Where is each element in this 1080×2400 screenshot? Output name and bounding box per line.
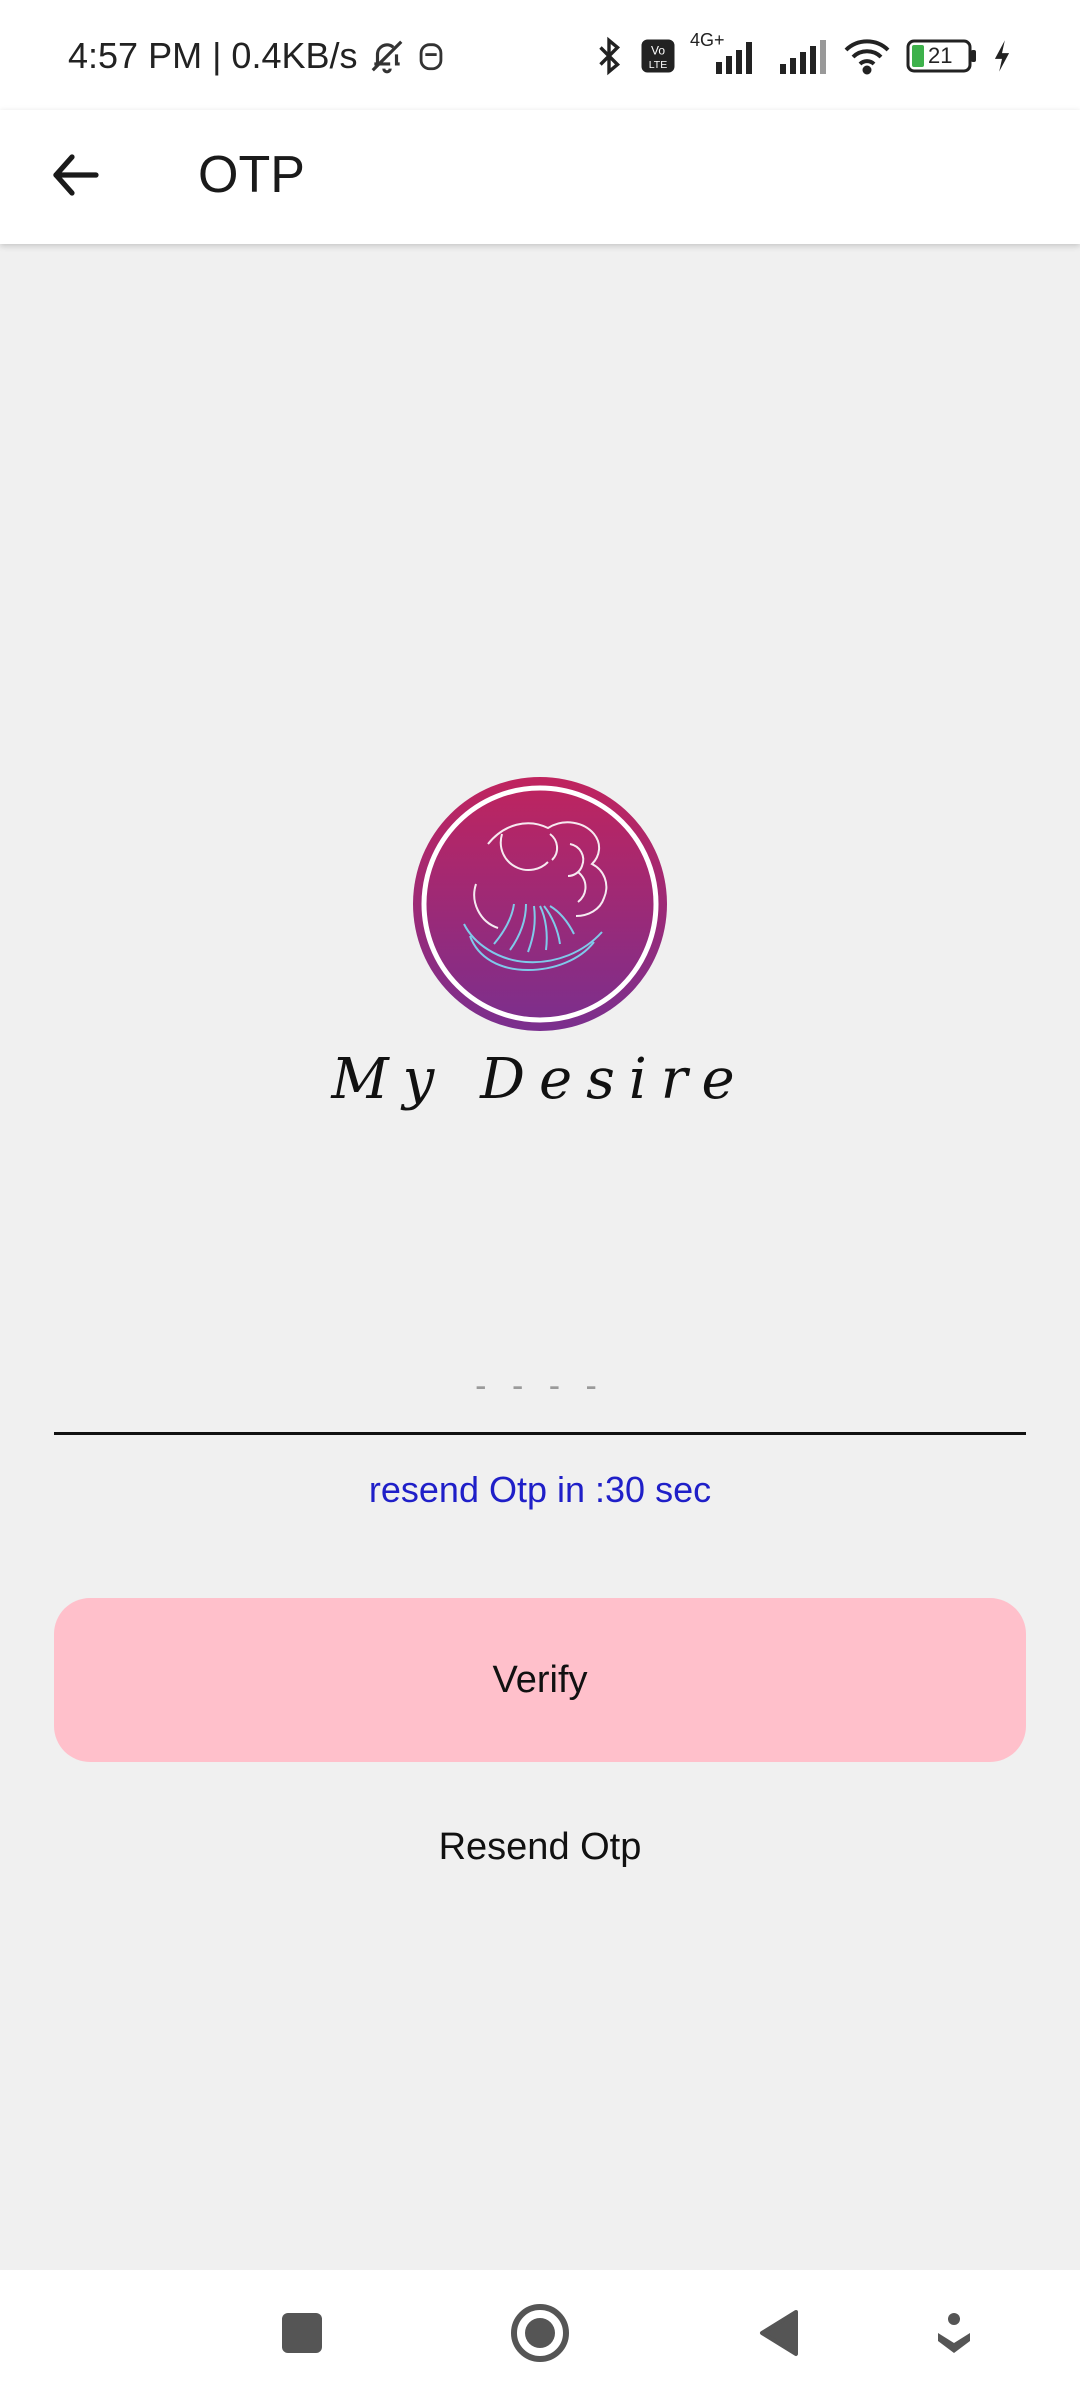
nav-accessibility-button[interactable] <box>894 2270 1014 2400</box>
svg-text:LTE: LTE <box>649 59 667 71</box>
brand-name: My Desire <box>331 1047 749 1112</box>
triangle-icon <box>756 2308 800 2363</box>
bluetooth-icon <box>592 36 626 76</box>
page-title: OTP <box>198 146 305 204</box>
nav-back-button[interactable] <box>718 2270 838 2400</box>
otp-input[interactable] <box>54 1340 1026 1435</box>
nav-home-button[interactable] <box>480 2270 600 2400</box>
verify-button[interactable]: Verify <box>54 1598 1026 1762</box>
square-icon <box>280 2311 324 2360</box>
status-bar: 4:57 PM | 0.4KB/s Vo LTE 4G+ 21 <box>0 0 1080 110</box>
status-left: 4:57 PM | 0.4KB/s <box>68 34 446 78</box>
status-right: Vo LTE 4G+ 21 <box>592 30 1012 76</box>
wifi-icon <box>842 36 892 76</box>
svg-text:Vo: Vo <box>651 44 665 58</box>
battery-icon: 21 <box>906 38 978 74</box>
notification-app-icon <box>416 39 446 73</box>
charging-icon <box>992 39 1012 73</box>
status-time-speed: 4:57 PM | 0.4KB/s <box>68 35 358 76</box>
system-nav-bar <box>0 2270 1080 2400</box>
arrow-left-icon <box>50 151 102 204</box>
signal-icon <box>776 36 828 76</box>
app-bar: OTP <box>0 110 1080 244</box>
back-button[interactable] <box>40 144 112 210</box>
resend-otp-button[interactable]: Resend Otp <box>340 1812 740 1882</box>
accessibility-icon <box>934 2311 974 2360</box>
volte-icon: Vo LTE <box>640 38 676 74</box>
signal-4g-icon: 4G+ <box>690 30 762 76</box>
app-logo <box>410 774 670 1034</box>
circle-icon <box>510 2303 570 2368</box>
bell-off-icon <box>368 37 406 75</box>
resend-timer-text: resend Otp in :30 sec <box>368 1469 712 1510</box>
nav-recents-button[interactable] <box>242 2270 362 2400</box>
battery-level: 21 <box>928 43 953 68</box>
